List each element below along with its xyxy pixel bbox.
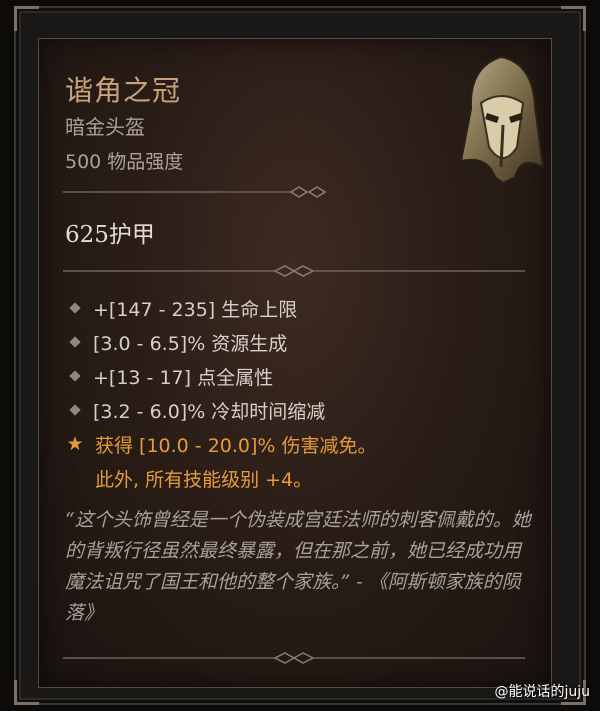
item-name: 谐角之冠	[65, 74, 182, 107]
star-icon: ★	[66, 433, 84, 455]
affix-text: +[147 - 235] 生命上限	[93, 298, 298, 321]
frame-corner-ornament	[14, 6, 39, 31]
affix-text: +[13 - 17] 点全属性	[93, 366, 274, 389]
legendary-affix-text: 获得 [10.0 - 20.0]% 伤害减免。	[95, 434, 377, 457]
affix-row: [3.2 - 6.0]% 冷却时间缩减	[65, 393, 377, 427]
affix-text: [3.2 - 6.0]% 冷却时间缩减	[93, 400, 326, 423]
frame-corner-ornament	[561, 6, 586, 31]
affix-row: [3.0 - 6.5]% 资源生成	[65, 325, 377, 359]
item-tooltip-panel: 谐角之冠 暗金头盔 500 物品强度 625护甲 +[147 - 235] 生命…	[38, 38, 552, 688]
diamond-bullet-icon	[69, 336, 81, 348]
section-divider	[63, 186, 327, 198]
item-type: 暗金头盔	[65, 115, 145, 139]
affix-row: +[147 - 235] 生命上限	[65, 291, 377, 325]
item-power: 500 物品强度	[65, 151, 184, 173]
affix-list: +[147 - 235] 生命上限 [3.0 - 6.5]% 资源生成 +[13…	[65, 291, 377, 495]
diamond-bullet-icon	[69, 404, 81, 416]
armor-value: 625护甲	[65, 222, 155, 248]
affix-text: [3.0 - 6.5]% 资源生成	[93, 332, 288, 355]
helmet-icon	[459, 55, 545, 183]
legendary-affix-row: ★ 获得 [10.0 - 20.0]% 伤害减免。	[65, 427, 377, 461]
watermark-label: @能说话的juju	[494, 684, 590, 700]
legendary-affix-continuation: 此外, 所有技能级别 +4。	[95, 468, 313, 491]
section-divider	[63, 652, 525, 664]
frame-corner-ornament	[14, 680, 39, 705]
section-divider	[63, 265, 525, 277]
flavor-text: “这个头饰曾经是一个伪装成宫廷法师的刺客佩戴的。她的背叛行径虽然最终暴露，但在那…	[65, 509, 531, 624]
diamond-bullet-icon	[69, 370, 81, 382]
diamond-bullet-icon	[69, 302, 81, 314]
affix-row: +[13 - 17] 点全属性	[65, 359, 377, 393]
